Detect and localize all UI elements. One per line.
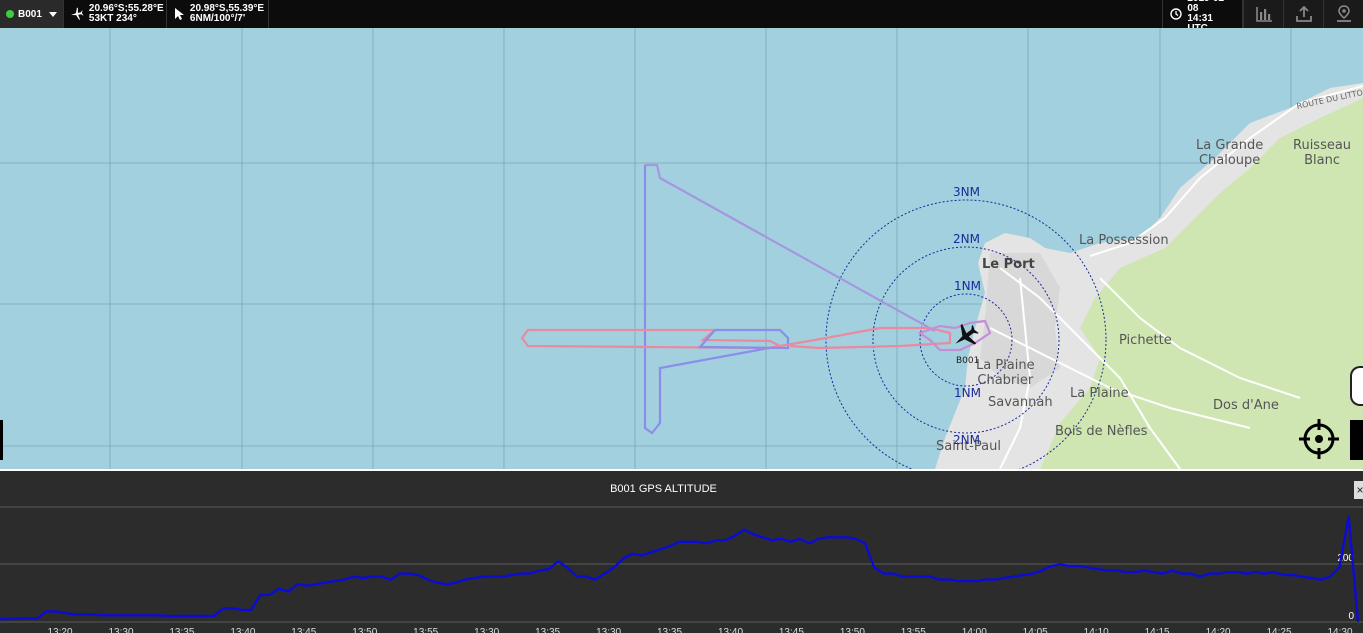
x-tick-label: 14:25	[1266, 627, 1291, 633]
airplane-icon	[70, 7, 84, 21]
ring-label-1nm-top: 1NM	[954, 279, 981, 293]
x-tick-label: 13:40	[230, 627, 255, 633]
x-tick-label: 13:35	[535, 627, 560, 633]
ring-label-2nm-bottom: 2NM	[953, 433, 980, 447]
ring-label-3nm: 3NM	[953, 185, 980, 199]
map-canvas	[0, 28, 1363, 469]
x-tick-label: 14:10	[1084, 627, 1109, 633]
x-tick-label: 13:35	[657, 627, 682, 633]
place-label-ruisseau-blanc: Ruisseau Blanc	[1293, 138, 1352, 168]
aircraft-label: B001	[956, 356, 980, 366]
x-tick-label: 13:50	[840, 627, 865, 633]
place-label-dos-dane: Dos d'Ane	[1213, 398, 1279, 413]
crosshair-icon	[1299, 419, 1339, 459]
x-tick-label: 14:00	[962, 627, 987, 633]
chevron-down-icon	[48, 11, 57, 17]
altitude-series-line	[0, 515, 1360, 623]
ring-label-2nm-top: 2NM	[953, 232, 980, 246]
place-label-le-port: Le Port	[982, 257, 1035, 272]
map-view[interactable]: La Grande Chaloupe Ruisseau Blanc La Pos…	[0, 28, 1363, 469]
utc-clock: 2019-02-08 14:31 UTC	[1162, 0, 1243, 34]
left-panel-handle[interactable]	[0, 420, 3, 460]
place-label-la-plaine: La Plaine	[1070, 386, 1129, 401]
y-tick-label: 0	[1348, 611, 1354, 622]
x-tick-label: 13:35	[169, 627, 194, 633]
place-label-savannah: Savannah	[988, 395, 1053, 410]
x-tick-label: 14:15	[1145, 627, 1170, 633]
x-tick-label: 14:30	[1327, 627, 1352, 633]
x-tick-label: 13:30	[108, 627, 133, 633]
x-tick-label: 13:55	[413, 627, 438, 633]
clock-date: 2019-02-08	[1187, 0, 1227, 14]
charts-button[interactable]	[1243, 0, 1283, 28]
place-label-la-possession: La Possession	[1079, 233, 1169, 248]
place-label-pichette: Pichette	[1119, 333, 1172, 348]
upload-icon	[1295, 5, 1312, 22]
x-tick-label: 13:40	[718, 627, 743, 633]
aircraft-id: B001	[18, 8, 42, 20]
x-tick-label: 13:30	[596, 627, 621, 633]
right-panel-handle[interactable]	[1350, 420, 1363, 460]
aircraft-position-readout: 20.96°S;55.28°E 53KT 234°	[64, 0, 167, 28]
x-tick-label: 13:55	[901, 627, 926, 633]
clock-icon	[1169, 7, 1182, 21]
place-label-la-plaine-chabrier: La Plaine Chabrier	[976, 358, 1035, 388]
center-on-aircraft-button[interactable]	[1298, 418, 1340, 460]
top-toolbar: B001 20.96°S;55.28°E 53KT 234° 20.98°S,5…	[0, 0, 1363, 34]
altitude-panel: B001 GPS ALTITUDE × 200 0 13:20 13:30 13:35…	[0, 469, 1363, 633]
place-label-bois-de-nefles: Bois de Nèfles	[1055, 424, 1148, 439]
altitude-panel-title: B001 GPS ALTITUDE	[610, 483, 717, 495]
close-panel-button[interactable]: ×	[1354, 481, 1363, 499]
right-panel-toggle[interactable]	[1350, 366, 1363, 406]
export-button[interactable]	[1283, 0, 1323, 28]
place-label-la-grande-chaloupe: La Grande Chaloupe	[1196, 138, 1264, 168]
x-tick-label: 14:05	[1023, 627, 1048, 633]
bar-chart-icon	[1255, 7, 1272, 22]
x-tick-label: 13:20	[47, 627, 72, 633]
status-dot	[6, 10, 14, 18]
x-axis-ticks: 13:20 13:30 13:35 13:40 13:45 13:50 13:55 13:30…	[47, 627, 1352, 633]
toolbar-right: 2019-02-08 14:31 UTC	[1162, 0, 1363, 34]
flight-tracks	[520, 163, 992, 435]
map-pin-icon	[1336, 5, 1351, 22]
x-tick-label: 13:30	[474, 627, 499, 633]
cursor-arrow-icon	[173, 7, 185, 21]
x-tick-label: 13:50	[352, 627, 377, 633]
cursor-position-readout: 20.98°S,55.39°E 6NM/100°/7'	[167, 0, 269, 28]
location-button[interactable]	[1323, 0, 1363, 28]
aircraft-selector[interactable]: B001	[0, 0, 64, 28]
ring-label-1nm-bottom: 1NM	[954, 386, 981, 400]
cursor-distance-bearing: 6NM/100°/7'	[189, 13, 246, 24]
altitude-chart[interactable]: 2000 13:20 13:30 13:35 13:40 13:45 13:50 13:55…	[0, 505, 1363, 633]
x-tick-label: 14:20	[1206, 627, 1231, 633]
x-tick-label: 13:45	[779, 627, 804, 633]
x-tick-label: 13:45	[291, 627, 316, 633]
speed-heading: 53KT 234°	[88, 13, 137, 24]
